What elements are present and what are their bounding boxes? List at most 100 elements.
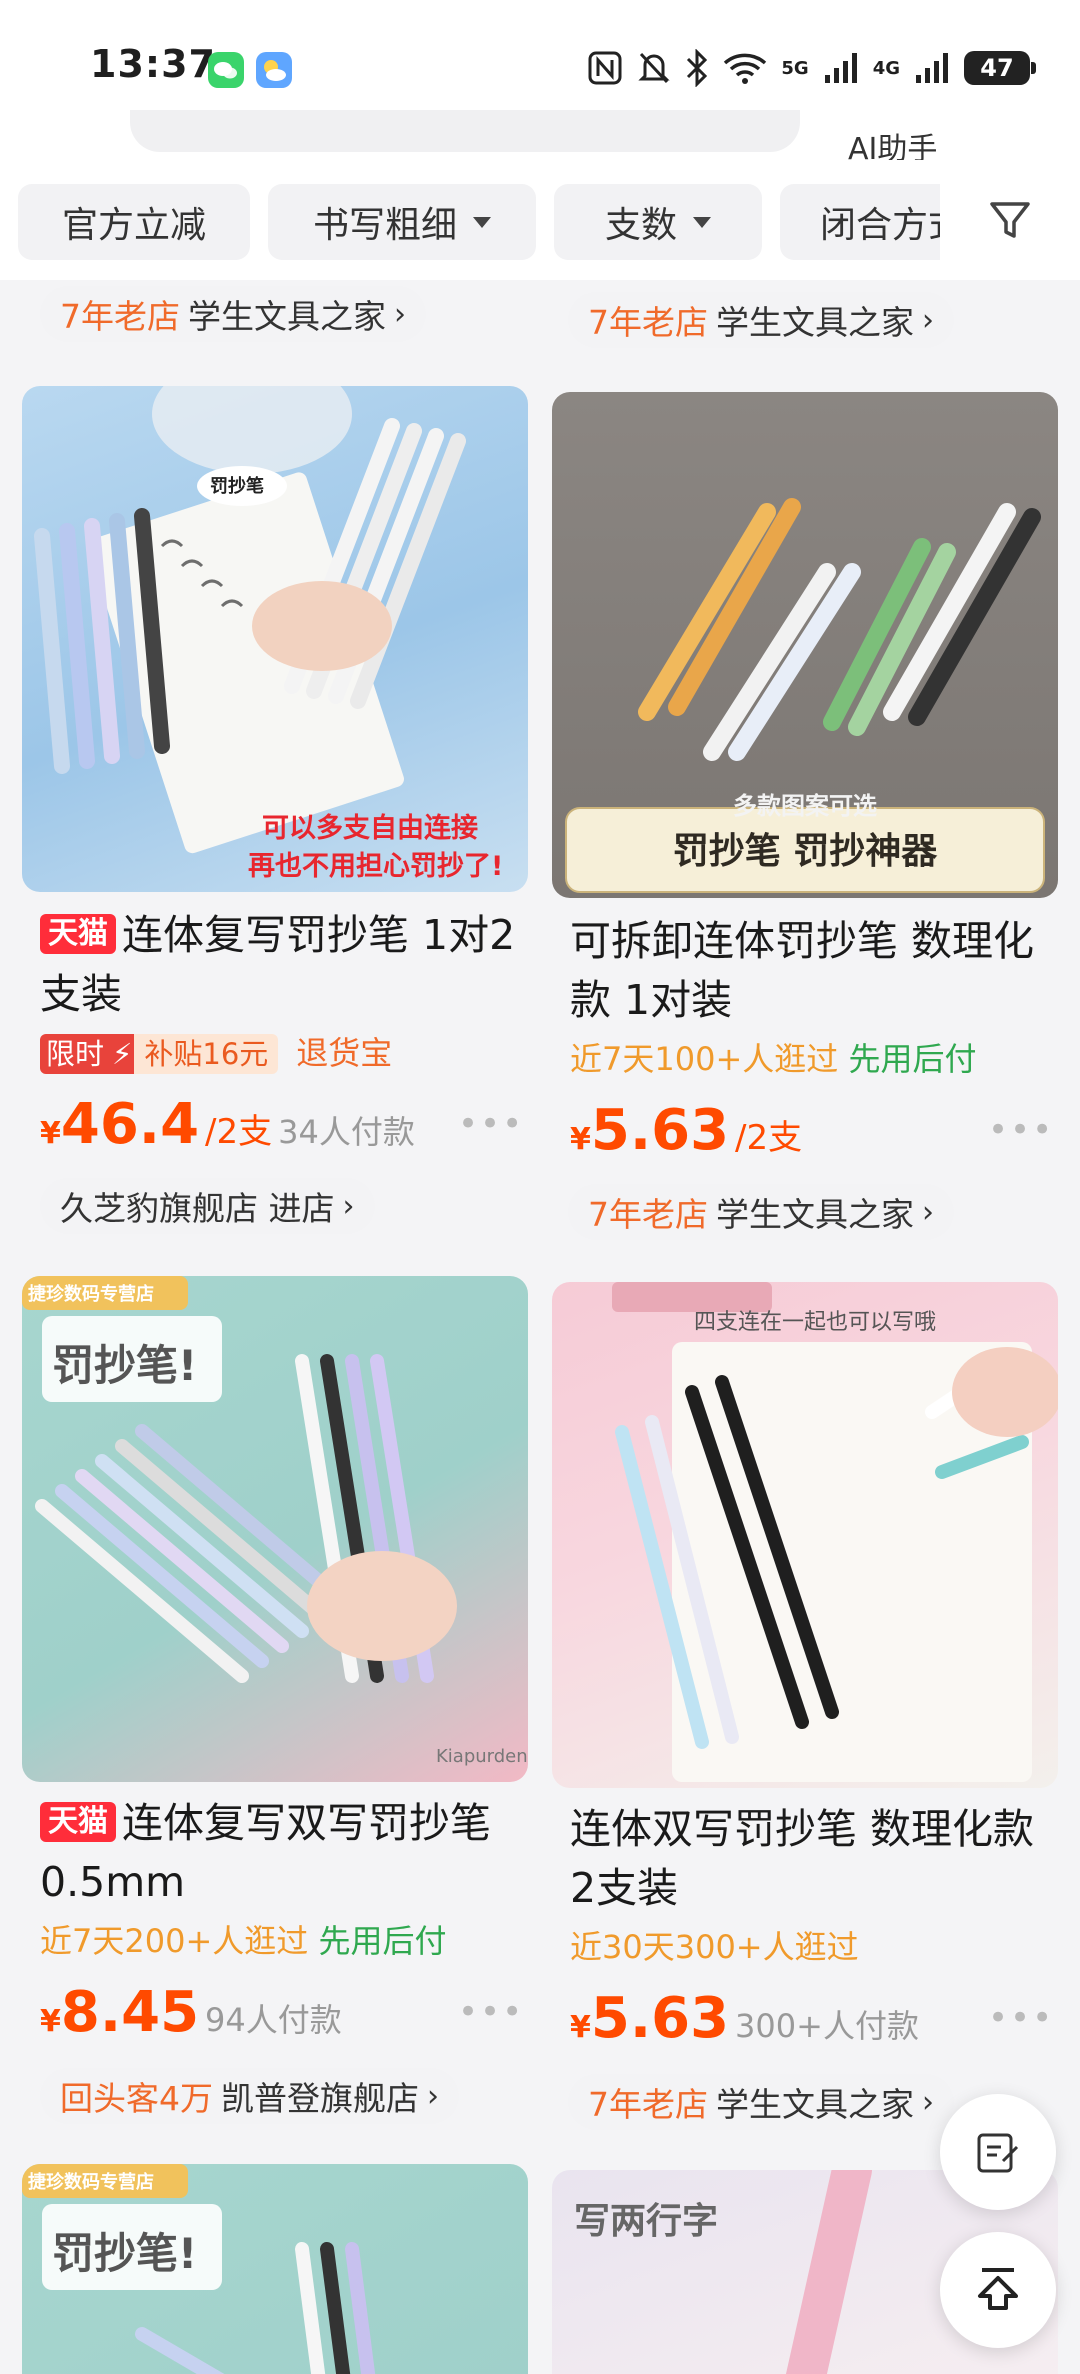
price-row: ¥ 5.63 /2支 xyxy=(570,1098,802,1163)
visit-count: 近30天300+人逛过 xyxy=(570,1928,859,1966)
caret-down-icon xyxy=(693,216,711,228)
signal-icon xyxy=(916,53,948,83)
sold-count: 94人付款 xyxy=(205,2001,342,2039)
product-title[interactable]: 天猫 连体复写双写罚抄笔 0.5mm xyxy=(40,1794,520,1912)
image-caption: 可以多支自由连接 xyxy=(262,813,478,844)
network-label-2: 4G xyxy=(872,57,900,79)
tmall-badge: 天猫 xyxy=(40,914,116,954)
chevron-right-icon: › xyxy=(922,302,934,338)
price-value: 8.45 xyxy=(60,1980,200,2045)
product-image[interactable]: 多款图案可选 罚抄笔 罚抄神器 xyxy=(552,392,1058,898)
network-label-1: 5G xyxy=(781,57,809,79)
nfc-icon xyxy=(588,51,622,85)
store-tag: 回头客4万 xyxy=(60,2079,213,2118)
meta-line: 近7天100+人逛过 先用后付 xyxy=(570,1034,976,1080)
more-options-icon[interactable]: ••• xyxy=(988,1998,1054,2038)
store-link[interactable]: 回头客4万 凯普登旗舰店 › xyxy=(40,2068,459,2124)
store-link[interactable]: 7年老店 学生文具之家 › xyxy=(40,286,426,342)
price-row: ¥ 5.63 300+人付款 xyxy=(570,1986,919,2051)
weather-notification-icon xyxy=(256,52,292,88)
price-value: 5.63 xyxy=(590,1986,730,2051)
store-link[interactable]: 7年老店 学生文具之家 › xyxy=(568,1184,954,1240)
visit-count: 近7天100+人逛过 xyxy=(570,1040,839,1078)
price-value: 46.4 xyxy=(60,1092,200,1157)
price-currency: ¥ xyxy=(570,1122,591,1157)
product-title[interactable]: 天猫 连体复写罚抄笔 1对2支装 xyxy=(40,906,520,1024)
back-to-top-button[interactable] xyxy=(940,2232,1056,2348)
price-currency: ¥ xyxy=(570,2010,591,2045)
store-tag: 7年老店 xyxy=(588,303,708,342)
store-name: 学生文具之家 xyxy=(716,2085,914,2124)
image-caption: 罚抄笔 罚抄神器 xyxy=(672,831,938,872)
image-caption: 写两行字 xyxy=(574,2201,719,2242)
filter-pen-count[interactable]: 支数 xyxy=(554,184,762,260)
more-options-icon[interactable]: ••• xyxy=(458,1104,524,1144)
shop-label: 捷珍数码专营店 xyxy=(28,1284,154,1305)
store-link[interactable]: 7年老店 学生文具之家 › xyxy=(568,292,954,348)
wifi-icon xyxy=(724,53,767,84)
store-tag: 7年老店 xyxy=(588,2085,708,2124)
status-indicators: 5G 4G 47 xyxy=(587,46,1036,90)
filter-button[interactable] xyxy=(940,170,1080,270)
store-tag: 7年老店 xyxy=(588,1195,708,1234)
store-link[interactable]: 7年老店 学生文具之家 › xyxy=(568,2074,954,2130)
promo-value: 补贴16元 xyxy=(134,1034,279,1074)
meta-line: 近30天300+人逛过 xyxy=(570,1922,859,1968)
status-time: 13:37 xyxy=(90,42,216,86)
product-title[interactable]: 可拆卸连体罚抄笔 数理化款 1对装 xyxy=(570,912,1050,1030)
search-header: AI助手 xyxy=(0,110,1080,167)
filter-bar: 官方立减 书写粗细 支数 闭合方式 xyxy=(0,160,1080,280)
funnel-icon xyxy=(990,202,1030,238)
product-image[interactable]: 四支连在一起也可以写哦 xyxy=(552,1282,1058,1788)
chevron-right-icon: › xyxy=(342,1188,355,1224)
filter-official-discount[interactable]: 官方立减 xyxy=(18,184,250,260)
image-title: 罚抄笔! xyxy=(52,2229,198,2278)
wechat-notification-icon xyxy=(208,52,244,88)
store-tag: 7年老店 xyxy=(60,297,180,336)
visit-count: 近7天200+人逛过 xyxy=(40,1922,309,1960)
store-name: 久芝豹旗舰店 进店 xyxy=(60,1189,335,1228)
filter-writing-thickness[interactable]: 书写粗细 xyxy=(268,184,536,260)
tmall-badge: 天猫 xyxy=(40,1802,116,1842)
price-currency: ¥ xyxy=(40,1116,61,1151)
chevron-right-icon: › xyxy=(427,2078,439,2114)
lightning-icon: ⚡ xyxy=(110,1034,135,1074)
price-row: ¥ 8.45 94人付款 xyxy=(40,1980,342,2045)
product-title[interactable]: 连体双写罚抄笔 数理化款 2支装 xyxy=(570,1800,1050,1918)
price-unit: /2支 xyxy=(205,1112,273,1152)
bluetooth-icon xyxy=(687,49,708,87)
image-caption: 四支连在一起也可以写哦 xyxy=(694,1310,937,1335)
promo-line: 限时 ⚡ 补贴16元 退货宝 xyxy=(40,1028,392,1074)
filter-label: 官方立减 xyxy=(61,205,206,246)
store-name: 凯普登旗舰店 xyxy=(221,2079,419,2118)
image-title: 罚抄笔! xyxy=(52,1341,198,1390)
price-currency: ¥ xyxy=(40,2004,61,2039)
more-options-icon[interactable]: ••• xyxy=(988,1110,1054,1150)
battery-indicator: 47 xyxy=(964,51,1036,85)
pay-later-tag: 先用后付 xyxy=(848,1040,977,1078)
store-link[interactable]: 久芝豹旗舰店 进店 › xyxy=(40,1178,375,1234)
search-input[interactable] xyxy=(130,110,800,152)
filter-label: 书写粗细 xyxy=(312,205,457,246)
filter-label: 支数 xyxy=(604,205,677,246)
edit-button[interactable] xyxy=(940,2094,1056,2210)
price-row: ¥ 46.4 /2支 34人付款 xyxy=(40,1092,415,1157)
sold-count: 300+人付款 xyxy=(735,2007,919,2045)
price-unit: /2支 xyxy=(735,1118,803,1158)
product-image[interactable]: 罚抄笔 可以多支自由连接 再也不用担心罚抄了! xyxy=(22,386,528,892)
product-image[interactable]: 捷珍数码专营店 罚抄笔! xyxy=(22,2164,528,2374)
edit-icon xyxy=(977,2133,1019,2173)
image-brand: Kiapurden xyxy=(436,1746,528,1767)
price-value: 5.63 xyxy=(590,1098,730,1163)
refund-tag: 退货宝 xyxy=(296,1034,393,1072)
shop-label: 捷珍数码专营店 xyxy=(28,2172,154,2193)
meta-line: 近7天200+人逛过 先用后付 xyxy=(40,1916,446,1962)
store-name: 学生文具之家 xyxy=(716,1195,914,1234)
product-image[interactable]: 捷珍数码专营店 罚抄笔! Kiapurden xyxy=(22,1276,528,1782)
promo-label: 限时 xyxy=(40,1034,111,1074)
caret-down-icon xyxy=(473,216,491,228)
more-options-icon[interactable]: ••• xyxy=(458,1992,524,2032)
signal-icon xyxy=(824,53,857,83)
store-name: 学生文具之家 xyxy=(716,303,914,342)
mute-icon xyxy=(638,52,670,84)
